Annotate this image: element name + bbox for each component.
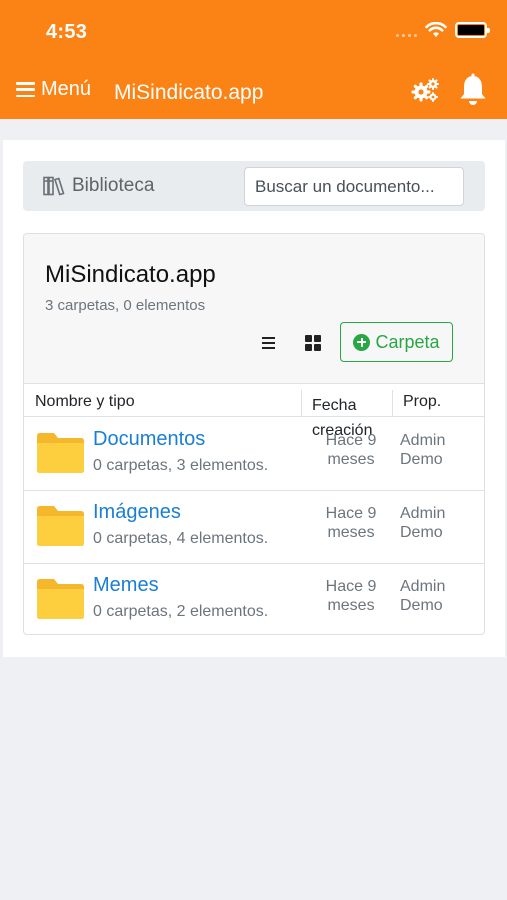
menu-label: Menú (41, 78, 92, 100)
owner-name: Admin Demo (400, 505, 446, 541)
plus-circle-icon (353, 333, 371, 351)
folder-header: MiSindicato.app 3 carpetas, 0 elementos … (24, 234, 484, 384)
created-date: Hace 9 meses (325, 578, 377, 614)
folder-icon (37, 506, 84, 546)
menu-button[interactable]: Menú (16, 78, 91, 101)
column-header-owner[interactable]: Prop. (403, 393, 441, 411)
wifi-icon (425, 22, 447, 37)
column-divider: Fecha creación (301, 390, 372, 439)
new-folder-label: Carpeta (375, 331, 440, 352)
cellular-signal-icon (396, 23, 417, 37)
table-header: Nombre y tipo Fecha creación Prop. (24, 384, 484, 439)
folder-summary: 3 carpetas, 0 elementos (45, 297, 206, 314)
folder-item-count: 0 carpetas, 2 elementos. (93, 603, 269, 620)
table-row[interactable]: Memes 0 carpetas, 2 elementos. Hace 9 me… (24, 564, 484, 634)
folder-item-count: 0 carpetas, 4 elementos. (93, 530, 269, 547)
folder-title: MiSindicato.app (45, 261, 216, 288)
folder-name-link[interactable]: Imágenes (93, 501, 181, 524)
table-row[interactable]: Imágenes 0 carpetas, 4 elementos. Hace 9… (24, 491, 484, 564)
status-icons (396, 22, 490, 38)
main-content: Biblioteca MiSindicato.app 3 carpetas, 0… (3, 140, 505, 657)
owner-name: Admin Demo (400, 578, 446, 614)
new-folder-button[interactable]: Carpeta (340, 322, 453, 362)
column-divider: Prop. (392, 390, 441, 416)
folder-name-link[interactable]: Documentos (93, 428, 205, 451)
library-breadcrumb[interactable]: Biblioteca (43, 175, 154, 197)
library-bar: Biblioteca (23, 161, 485, 211)
folder-icon (37, 579, 84, 619)
status-time: 4:53 (46, 21, 88, 43)
folder-icon (37, 433, 84, 473)
grid-view-icon[interactable] (297, 328, 329, 358)
document-search-input[interactable] (244, 167, 464, 206)
hamburger-icon (16, 82, 35, 97)
battery-icon (455, 22, 490, 38)
folder-card: MiSindicato.app 3 carpetas, 0 elementos … (23, 233, 485, 635)
library-label: Biblioteca (72, 175, 155, 196)
folder-item-count: 0 carpetas, 3 elementos. (93, 457, 269, 474)
created-date: Hace 9 meses (325, 505, 377, 541)
column-header-name[interactable]: Nombre y tipo (35, 393, 135, 411)
owner-name: Admin Demo (400, 432, 446, 468)
app-title: MiSindicato.app (114, 81, 264, 104)
gears-icon[interactable] (410, 77, 440, 103)
created-date: Hace 9 meses (325, 432, 377, 468)
table-row[interactable]: Documentos 0 carpetas, 3 elementos. Hace… (24, 418, 484, 491)
books-icon (43, 176, 65, 196)
folder-name-link[interactable]: Memes (93, 574, 159, 597)
app-header: 4:53 Menú MiSindicato.app (0, 0, 507, 119)
list-view-icon[interactable] (252, 328, 284, 358)
bell-icon[interactable] (457, 73, 489, 107)
